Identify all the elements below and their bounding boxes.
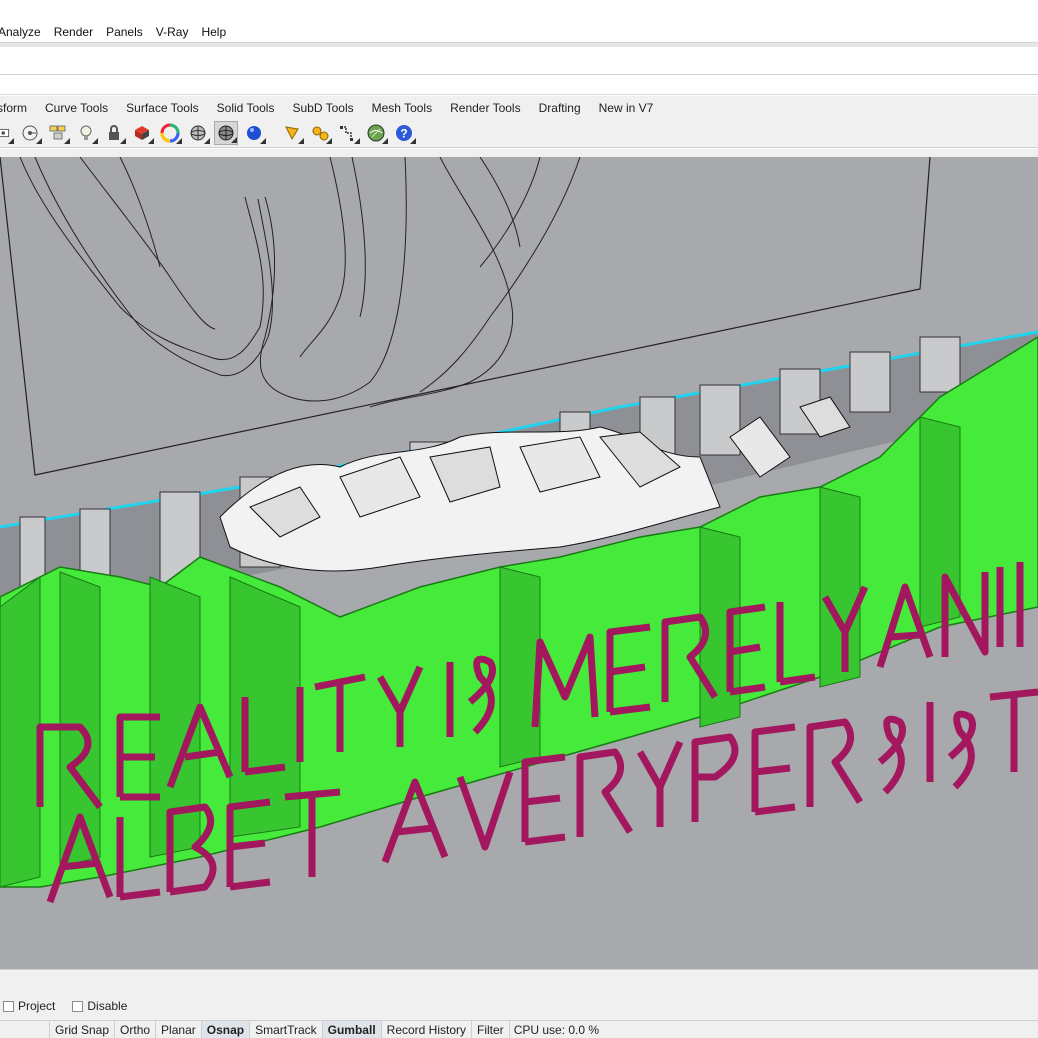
command-prompt-area[interactable] [0, 75, 1038, 95]
status-coordinates-pane [0, 1020, 50, 1038]
menu-analyze[interactable]: Analyze [0, 25, 47, 39]
menu-bar: Analyze Render Panels V-Ray Help [0, 22, 1038, 42]
status-cpu-usage: CPU use: 0.0 % [513, 1022, 600, 1037]
globe-icon[interactable] [364, 121, 388, 145]
tab-solid-tools[interactable]: Solid Tools [208, 101, 284, 118]
status-record-history[interactable]: Record History [382, 1020, 473, 1038]
menu-help[interactable]: Help [201, 25, 232, 39]
lock-icon[interactable] [102, 121, 126, 145]
osnap-panel [0, 969, 1038, 1021]
status-bar: Grid Snap Ortho Planar Osnap SmartTrack … [0, 1020, 1038, 1038]
status-ortho[interactable]: Ortho [115, 1020, 157, 1038]
perspective-viewport[interactable] [0, 157, 1038, 969]
standard-toolbar: ? [0, 118, 1038, 148]
tab-curve-tools[interactable]: Curve Tools [36, 101, 117, 118]
project-checkbox-box[interactable] [3, 1000, 14, 1012]
light-bulb-icon[interactable] [74, 121, 98, 145]
status-smarttrack[interactable]: SmartTrack [250, 1020, 323, 1038]
wireframe-sphere-icon[interactable] [186, 121, 210, 145]
snapshot-icon[interactable] [18, 121, 42, 145]
tab-subd-tools[interactable]: SubD Tools [283, 101, 362, 118]
help-icon[interactable]: ? [392, 121, 416, 145]
menu-vray[interactable]: V-Ray [156, 25, 195, 39]
shaded-sphere-icon[interactable] [214, 120, 238, 145]
toolbar-spacer [0, 149, 1038, 157]
viewport-scene [0, 157, 1038, 904]
disable-checkbox-box[interactable] [72, 1000, 84, 1012]
svg-text:?: ? [400, 126, 407, 140]
tab-drafting[interactable]: Drafting [530, 101, 590, 118]
status-osnap[interactable]: Osnap [201, 1020, 251, 1038]
tab-surface-tools[interactable]: Surface Tools [117, 101, 208, 118]
sun-icon[interactable] [280, 121, 304, 145]
tab-transform[interactable]: sform [0, 101, 36, 118]
material-icon[interactable] [130, 121, 154, 145]
rendered-sphere-icon[interactable] [242, 121, 266, 145]
disable-label: Disable [87, 999, 128, 1013]
menu-panels[interactable]: Panels [106, 25, 149, 39]
color-wheel-icon[interactable] [158, 121, 182, 145]
project-label: Project [18, 999, 56, 1013]
tab-new-in-v7[interactable]: New in V7 [590, 101, 663, 118]
status-gumball[interactable]: Gumball [322, 1020, 382, 1038]
status-grid-snap[interactable]: Grid Snap [50, 1020, 116, 1038]
tab-mesh-tools[interactable]: Mesh Tools [363, 101, 441, 118]
layers-icon[interactable] [46, 121, 70, 145]
project-checkbox[interactable]: Project [3, 999, 55, 1013]
hand-line-drawing [19, 157, 581, 408]
toolbar-tabs: sform Curve Tools Surface Tools Solid To… [0, 96, 1038, 118]
command-history-area[interactable] [0, 47, 1038, 75]
gears-icon[interactable] [308, 121, 332, 145]
menu-render[interactable]: Render [54, 25, 99, 39]
osnap-options: Project Disable [0, 996, 141, 1016]
grid-snap-icon[interactable] [336, 121, 360, 145]
select-filter-icon[interactable] [0, 121, 14, 145]
status-filter[interactable]: Filter [472, 1020, 510, 1038]
tab-render-tools[interactable]: Render Tools [441, 101, 530, 118]
disable-checkbox[interactable]: Disable [72, 999, 127, 1013]
status-planar[interactable]: Planar [156, 1020, 202, 1038]
